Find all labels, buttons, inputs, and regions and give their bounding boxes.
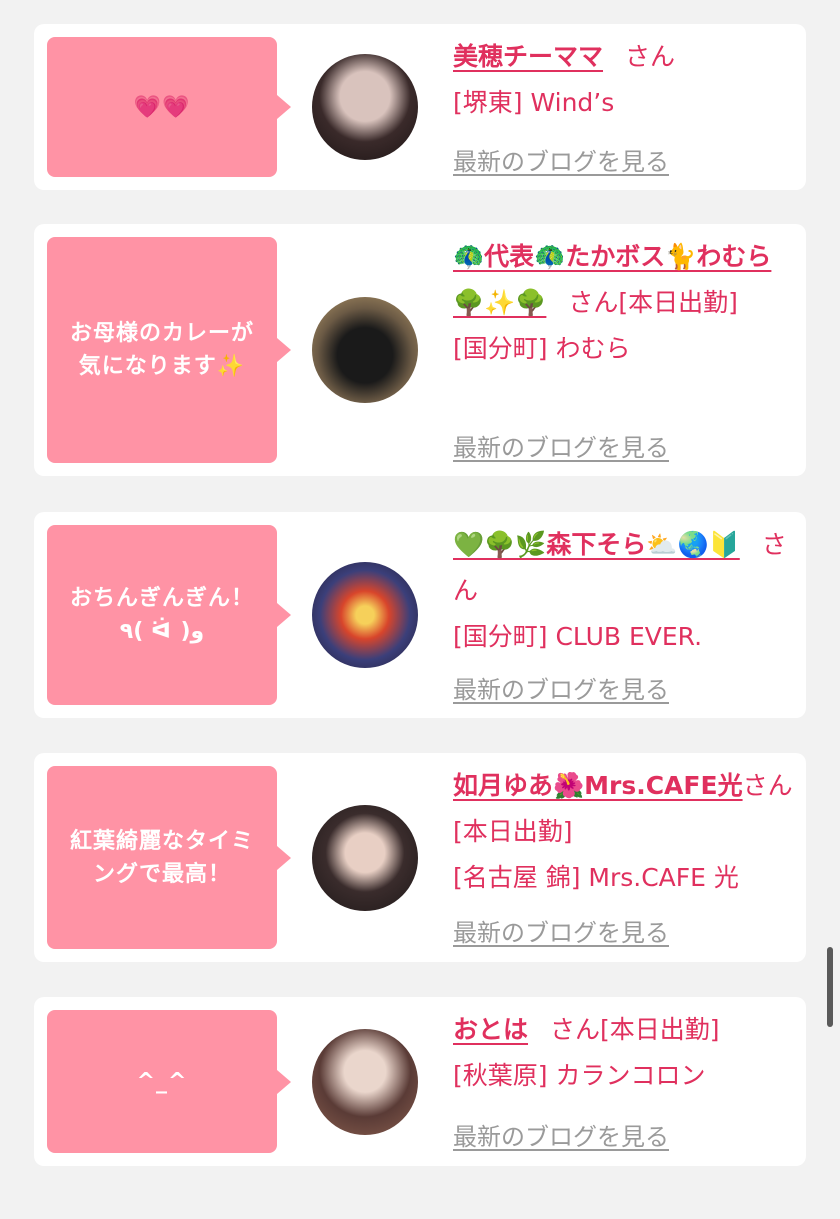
avatar[interactable] [312, 297, 418, 403]
comment-text: おちんぎんぎん！ ٩( ᐛ )و [69, 586, 254, 644]
latest-blog-link[interactable]: 最新のブログを見る [453, 1117, 669, 1152]
comment-bubble: 💗💗 [47, 37, 291, 177]
shop-name: [国分町] CLUB EVER. [453, 622, 703, 651]
avatar[interactable] [312, 54, 418, 160]
shop-name: [堺東] Wind’s [453, 88, 615, 117]
latest-blog-link[interactable]: 最新のブログを見る [453, 670, 669, 705]
user-name-link[interactable]: おとは [453, 1015, 528, 1044]
comment-bubble: ^_^ [47, 1010, 291, 1153]
avatar[interactable] [312, 1029, 418, 1135]
latest-blog-link[interactable]: 最新のブログを見る [453, 428, 669, 463]
shop-name: [国分町] わむら [453, 334, 631, 363]
user-name-link[interactable]: 美穂チーママ [453, 42, 603, 71]
comment-text: 紅葉綺麗なタイミングで最高！ [69, 828, 254, 887]
latest-blog-link[interactable]: 最新のブログを見る [453, 142, 669, 177]
comment-bubble: 紅葉綺麗なタイミングで最高！ [47, 766, 291, 949]
comment-text: ^_^ [136, 1069, 188, 1094]
latest-blog-link[interactable]: 最新のブログを見る [453, 913, 669, 948]
blog-card: おちんぎんぎん！ ٩( ᐛ )و 💚🌳🌿森下そら⛅🌏🔰 さん [国分町] CLUB… [34, 512, 806, 718]
blog-card: ^_^ おとは さん[本日出勤] [秋葉原] カランコロン 最新のブログを見る [34, 997, 806, 1166]
shop-name: [秋葉原] カランコロン [453, 1061, 706, 1090]
scrollbar[interactable] [827, 947, 833, 1027]
comment-text: 💗💗 [133, 94, 191, 120]
blog-card: 紅葉綺麗なタイミングで最高！ 如月ゆあ🌺Mrs.CAFE光さん[本日出勤] [名… [34, 753, 806, 962]
honorific: さん[本日出勤] [568, 288, 738, 317]
avatar[interactable] [312, 805, 418, 911]
shop-name: [名古屋 錦] Mrs.CAFE 光 [453, 863, 739, 892]
user-name-link[interactable]: 💚🌳🌿森下そら⛅🌏🔰 [453, 530, 740, 559]
comment-text: お母様のカレーが気になります✨ [69, 321, 254, 379]
comment-bubble: おちんぎんぎん！ ٩( ᐛ )و [47, 525, 291, 705]
honorific: さん[本日出勤] [550, 1015, 720, 1044]
blog-card: 💗💗 美穂チーママ さん [堺東] Wind’s 最新のブログを見る [34, 24, 806, 190]
comment-bubble: お母様のカレーが気になります✨ [47, 237, 291, 463]
user-name-link[interactable]: 如月ゆあ🌺Mrs.CAFE光 [453, 771, 743, 800]
honorific: さん [625, 42, 676, 71]
blog-card: お母様のカレーが気になります✨ 🦚代表🦚たかボス🐈わむら🌳✨🌳 さん[本日出勤] … [34, 224, 806, 476]
avatar[interactable] [312, 562, 418, 668]
